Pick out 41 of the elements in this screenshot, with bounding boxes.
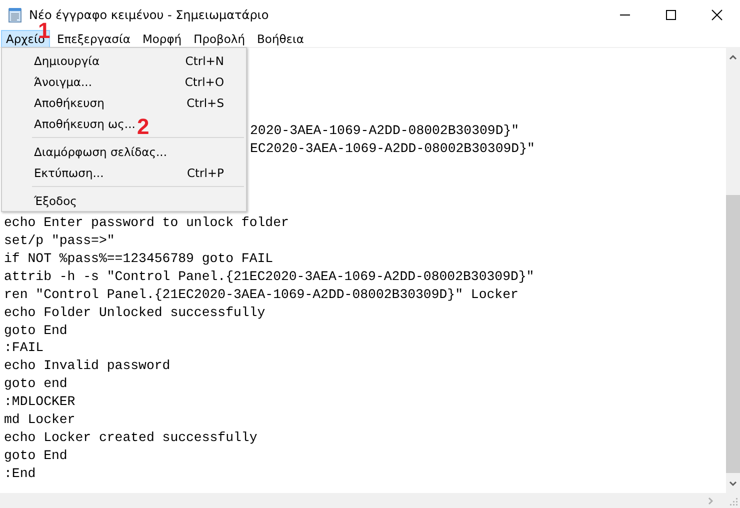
resize-grip-icon[interactable] — [728, 496, 738, 506]
shortcut-label: Ctrl+P — [186, 166, 224, 180]
code-line: 2020-3AEA-1069-A2DD-08002B30309D}" — [250, 122, 520, 138]
menu-option[interactable]: Δημιουργία — [34, 54, 100, 68]
shortcut-label: Ctrl+N — [185, 54, 224, 68]
code-line: goto End — [4, 448, 68, 463]
code-line: :End — [4, 466, 36, 481]
code-line: ren "Control Panel.{21EC2020-3AEA-1069-A2DD-08002B30309D}" Locker — [4, 286, 518, 302]
code-line: EC2020-3AEA-1069-A2DD-08002B30309D}" — [250, 140, 535, 156]
menu-option[interactable]: Διαμόρφωση σελίδας... — [34, 144, 167, 158]
code-line: echo Folder Unlocked successfully — [4, 304, 266, 320]
notepad-icon — [7, 7, 23, 23]
code-line: goto End — [4, 322, 68, 338]
menu-option[interactable]: Εκτύπωση... — [34, 166, 104, 180]
menu-option[interactable]: Αποθήκευση — [34, 96, 104, 110]
code-line: :MDLOCKER — [4, 394, 76, 410]
close-icon[interactable] — [711, 9, 723, 21]
menu-option[interactable]: Άνοιγμα... — [34, 74, 92, 88]
window-title: Νέο έγγραφο κειμένου - Σημειωματάριο — [29, 8, 269, 22]
code-line: md Locker — [4, 412, 76, 428]
menu-item[interactable]: Μορφή — [137, 30, 187, 48]
scroll-up-icon[interactable] — [729, 54, 737, 60]
scroll-down-icon[interactable] — [729, 481, 737, 487]
menu-item[interactable]: Προβολή — [188, 30, 250, 48]
menu-option[interactable]: Έξοδος — [34, 194, 77, 208]
code-line: echo Locker created successfully — [4, 430, 258, 445]
menu-item[interactable]: Επεξεργασία — [52, 30, 136, 48]
code-line: goto end — [4, 376, 68, 392]
menu-item[interactable]: Βοήθεια — [252, 30, 309, 48]
scrollbar-thumb[interactable] — [726, 195, 740, 473]
code-line: set/p "pass=>" — [4, 233, 115, 248]
maximize-icon[interactable] — [665, 9, 677, 21]
code-line: echo Enter password to unlock folder — [4, 215, 289, 230]
menu-option[interactable]: Αποθήκευση ως... — [34, 116, 136, 130]
step-number: 2 — [137, 116, 150, 138]
code-line: attrib -h -s "Control Panel.{21EC2020-3AEA-1069-A2DD-08002B30309D}" — [4, 268, 534, 284]
code-line: :FAIL — [4, 340, 44, 356]
shortcut-label: Ctrl+S — [186, 96, 224, 110]
shortcut-label: Ctrl+O — [184, 74, 224, 88]
code-line: echo Invalid password — [4, 358, 170, 374]
code-line: if NOT %pass%==123456789 goto FAIL — [4, 250, 274, 266]
